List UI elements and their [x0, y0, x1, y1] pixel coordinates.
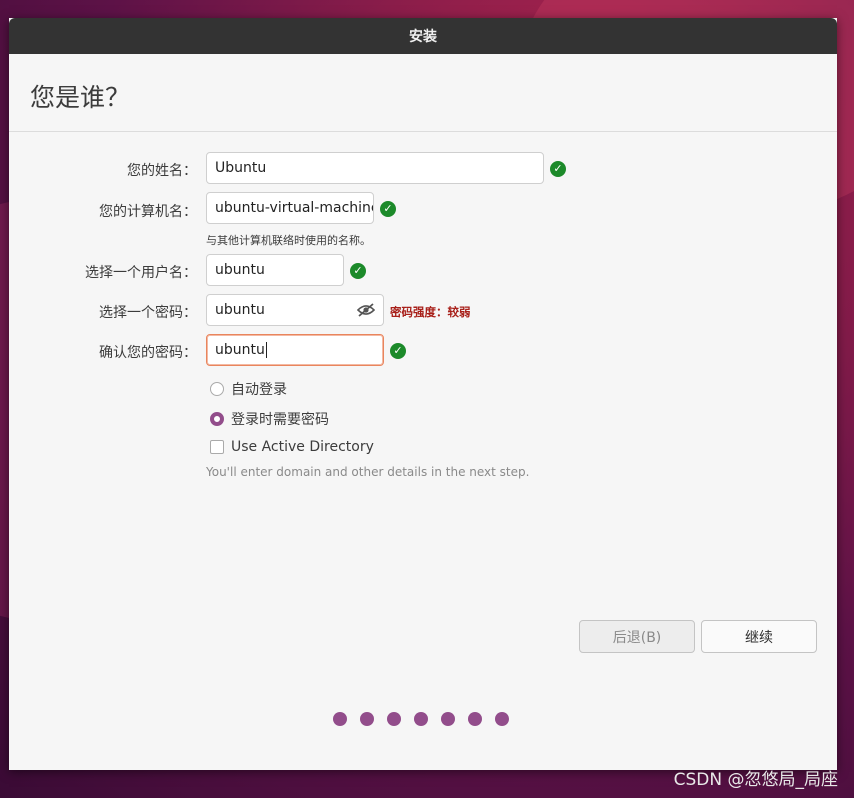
name-label: 您的姓名： [127, 163, 197, 179]
window-titlebar: 安装 [9, 18, 837, 54]
name-valid-check-icon: ✓ [550, 161, 566, 177]
page-title: 您是谁？ [30, 83, 131, 112]
progress-dot [495, 712, 509, 726]
auto-login-label: 自动登录 [231, 382, 287, 398]
continue-button[interactable]: 继续 [701, 620, 817, 653]
watermark-text: CSDN @忽悠局_局座 [673, 770, 838, 790]
computer-name-label: 您的计算机名： [99, 204, 197, 220]
password-value: ubuntu [215, 302, 265, 318]
name-input[interactable]: Ubuntu [206, 152, 544, 184]
confirm-password-input[interactable]: ubuntu [206, 334, 384, 366]
computer-name-input[interactable]: ubuntu-virtual-machine [206, 192, 374, 224]
confirm-password-label: 确认您的密码： [99, 345, 197, 361]
computer-name-hint: 与其他计算机联络时使用的名称。 [206, 234, 371, 247]
back-button[interactable]: 后退(B) [579, 620, 695, 653]
username-label: 选择一个用户名： [85, 265, 197, 281]
installer-window: 安装 您是谁？ 您的姓名： Ubuntu ✓ 您的计算机名： ubuntu-vi… [9, 18, 837, 770]
active-directory-hint: You'll enter domain and other details in… [206, 465, 530, 479]
divider [9, 131, 837, 132]
password-label: 选择一个密码： [99, 305, 197, 321]
window-title: 安装 [409, 29, 437, 45]
username-input[interactable]: ubuntu [206, 254, 344, 286]
checkbox-icon[interactable] [210, 440, 224, 454]
require-password-label: 登录时需要密码 [231, 412, 329, 428]
progress-dot [414, 712, 428, 726]
text-cursor [265, 342, 267, 358]
password-input[interactable]: ubuntu [206, 294, 384, 326]
progress-dot [387, 712, 401, 726]
require-password-radio-option[interactable]: 登录时需要密码 [210, 409, 329, 429]
active-directory-label: Use Active Directory [231, 439, 374, 455]
confirm-password-valid-check-icon: ✓ [390, 343, 406, 359]
progress-dot [333, 712, 347, 726]
active-directory-checkbox-option[interactable]: Use Active Directory [210, 439, 374, 455]
computer-name-valid-check-icon: ✓ [380, 201, 396, 217]
radio-icon[interactable] [210, 382, 224, 396]
progress-dot [441, 712, 455, 726]
progress-dot [468, 712, 482, 726]
password-strength-text: 密码强度：较弱 [390, 305, 471, 319]
username-valid-check-icon: ✓ [350, 263, 366, 279]
auto-login-radio-option[interactable]: 自动登录 [210, 379, 287, 399]
confirm-password-value: ubuntu [215, 342, 265, 358]
progress-dot [360, 712, 374, 726]
progress-dots [333, 712, 509, 726]
eye-slash-icon[interactable] [357, 302, 375, 318]
radio-selected-icon[interactable] [210, 412, 224, 426]
